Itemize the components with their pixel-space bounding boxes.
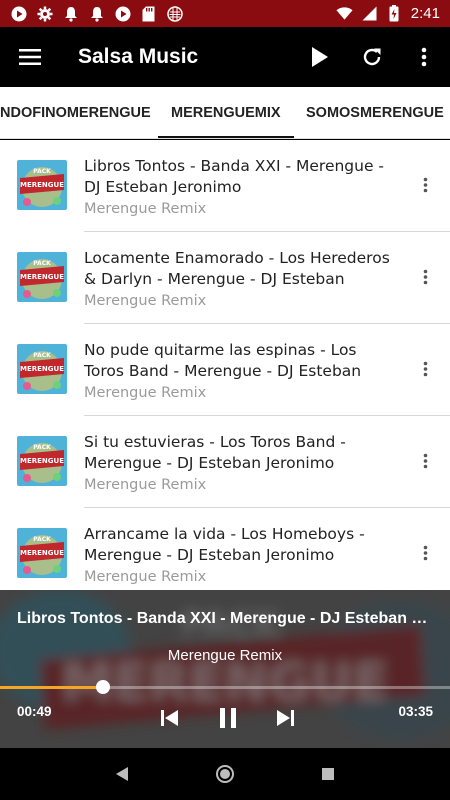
album-art-thumbnail: MERENGUE PACK bbox=[17, 528, 67, 578]
home-icon[interactable] bbox=[205, 754, 245, 794]
app-toolbar: Salsa Music bbox=[0, 27, 450, 87]
track-title: Si tu estuvieras - Los Toros Band - Mere… bbox=[84, 433, 346, 472]
more-vert-icon[interactable] bbox=[410, 446, 440, 476]
more-vert-icon[interactable] bbox=[410, 538, 440, 568]
svg-text:MERENGUE: MERENGUE bbox=[20, 273, 64, 281]
refresh-icon[interactable] bbox=[346, 27, 398, 87]
youtube-icon bbox=[10, 5, 27, 22]
total-time: 03:35 bbox=[398, 704, 433, 719]
skip-previous-icon[interactable] bbox=[155, 704, 185, 732]
track-subtitle: Merengue Remix bbox=[84, 385, 207, 401]
page-title: Salsa Music bbox=[78, 45, 199, 68]
player-track-title: Libros Tontos - Banda XXI - Merengue - D… bbox=[17, 610, 435, 627]
more-vert-icon[interactable] bbox=[410, 262, 440, 292]
track-subtitle: Merengue Remix bbox=[84, 477, 207, 493]
settings-icon bbox=[36, 5, 53, 22]
svg-text:PACK: PACK bbox=[33, 536, 51, 543]
tab-bar: NDOFINOMERENGUE MERENGUEMIX SOMOSMERENGU… bbox=[0, 87, 450, 139]
signal-icon bbox=[361, 5, 378, 22]
more-vert-icon[interactable] bbox=[410, 354, 440, 384]
notification-icon bbox=[62, 5, 79, 22]
track-title: No pude quitarme las espinas - Los Toros… bbox=[84, 341, 362, 380]
system-navigation-bar bbox=[0, 748, 450, 800]
wifi-icon bbox=[336, 5, 353, 22]
album-art-thumbnail: MERENGUE PACK bbox=[17, 252, 67, 302]
track-subtitle: Merengue Remix bbox=[84, 201, 207, 217]
current-time: 00:49 bbox=[17, 704, 52, 719]
more-vert-icon[interactable] bbox=[410, 170, 440, 200]
album-art-thumbnail: MERENGUE PACK bbox=[17, 436, 67, 486]
skip-next-icon[interactable] bbox=[270, 704, 300, 732]
track-title: Libros Tontos - Banda XXI - Merengue - D… bbox=[84, 157, 385, 196]
app-icon bbox=[166, 5, 183, 22]
recents-icon[interactable] bbox=[308, 754, 348, 794]
list-item[interactable]: MERENGUE PACK No pude quitarme las espina… bbox=[0, 324, 450, 416]
back-icon[interactable] bbox=[102, 754, 142, 794]
svg-text:MERENGUE: MERENGUE bbox=[20, 365, 64, 373]
svg-text:PACK: PACK bbox=[33, 168, 51, 175]
track-title: Locamente Enamorado - Los Herederos & Da… bbox=[84, 249, 390, 288]
track-title: Arrancame la vida - Los Homeboys - Meren… bbox=[84, 525, 365, 564]
tab-somosmerengue[interactable]: SOMOSMERENGUE bbox=[306, 87, 444, 138]
track-subtitle: Merengue Remix bbox=[84, 569, 207, 585]
svg-text:MERENGUE: MERENGUE bbox=[20, 549, 64, 557]
status-bar: 2:41 bbox=[0, 0, 450, 27]
list-item[interactable]: MERENGUE PACK Locamente Enamorado - Los H… bbox=[0, 232, 450, 324]
player-track-subtitle: Merengue Remix bbox=[167, 647, 283, 664]
svg-text:PACK: PACK bbox=[33, 260, 51, 267]
youtube-icon bbox=[114, 5, 131, 22]
pause-icon[interactable] bbox=[213, 704, 243, 732]
now-playing-panel: MERENGUE PACK Libros Tontos - Banda XXI … bbox=[0, 590, 450, 748]
play-icon[interactable] bbox=[294, 27, 346, 87]
list-item[interactable]: MERENGUE PACK Arrancame la vida - Los Hom… bbox=[0, 508, 450, 590]
sd-card-icon bbox=[140, 5, 157, 22]
seek-bar-thumb[interactable] bbox=[95, 680, 110, 694]
svg-text:MERENGUE: MERENGUE bbox=[20, 457, 64, 465]
track-subtitle: Merengue Remix bbox=[84, 293, 207, 309]
album-art-thumbnail: MERENGUE PACK bbox=[17, 160, 67, 210]
svg-text:PACK: PACK bbox=[33, 444, 51, 451]
more-vert-icon[interactable] bbox=[398, 27, 450, 87]
menu-icon[interactable] bbox=[0, 27, 60, 87]
svg-text:MERENGUE: MERENGUE bbox=[20, 181, 64, 189]
track-list: MERENGUE PACK Libros Tontos - Banda XXI -… bbox=[0, 140, 450, 590]
svg-text:PACK: PACK bbox=[33, 352, 51, 359]
list-item[interactable]: MERENGUE PACK Libros Tontos - Banda XXI -… bbox=[0, 140, 450, 232]
battery-charging-icon bbox=[386, 5, 403, 22]
seek-bar[interactable] bbox=[0, 680, 450, 694]
list-item[interactable]: MERENGUE PACK Si tu estuvieras - Los Toro… bbox=[0, 416, 450, 508]
album-art-thumbnail: MERENGUE PACK bbox=[17, 344, 67, 394]
notification-icon bbox=[88, 5, 105, 22]
seek-bar-progress bbox=[0, 686, 103, 689]
status-time: 2:41 bbox=[410, 5, 440, 22]
tab-ndofinomerengue[interactable]: NDOFINOMERENGUE bbox=[0, 87, 151, 138]
tab-merenguemix[interactable]: MERENGUEMIX bbox=[158, 87, 294, 138]
